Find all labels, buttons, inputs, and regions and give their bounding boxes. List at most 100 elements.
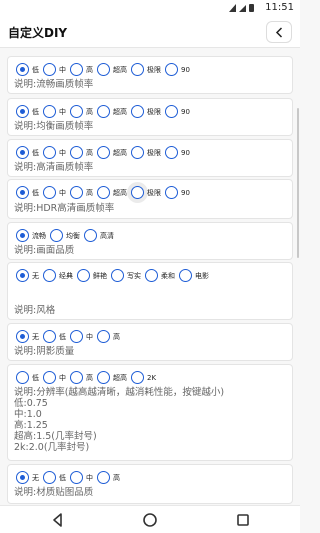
radio-option[interactable]: 中 (43, 63, 66, 76)
settings-list[interactable]: 低中高超高 极限 90 说明:流畅画质帧率 低中高超高 极限 90 说明:均衡画质帧率 低中… (0, 48, 300, 505)
radio-button[interactable] (165, 105, 178, 118)
radio-option[interactable]: 无 (16, 269, 39, 282)
radio-option[interactable]: 90 (165, 146, 190, 159)
radio-button[interactable] (16, 186, 29, 199)
radio-option[interactable]: 极限 (131, 146, 161, 159)
radio-option[interactable]: 低 (43, 330, 66, 343)
nav-back-icon[interactable] (50, 512, 66, 528)
radio-option[interactable]: 低 (16, 63, 39, 76)
radio-button[interactable] (84, 229, 97, 242)
radio-button[interactable] (97, 105, 110, 118)
radio-option[interactable]: 高 (70, 371, 93, 384)
radio-button[interactable] (179, 269, 192, 282)
radio-button[interactable] (97, 371, 110, 384)
radio-option[interactable]: 极限 (131, 63, 161, 76)
radio-option[interactable]: 2K (131, 371, 156, 384)
radio-option[interactable]: 高 (70, 105, 93, 118)
radio-option[interactable]: 高清 (84, 229, 114, 242)
radio-option[interactable]: 中 (43, 146, 66, 159)
radio-button[interactable] (145, 269, 158, 282)
radio-button[interactable] (165, 146, 178, 159)
radio-option[interactable]: 写实 (111, 269, 141, 282)
radio-option[interactable]: 超高 (97, 186, 127, 199)
radio-button[interactable] (131, 146, 144, 159)
radio-button[interactable] (43, 371, 56, 384)
radio-button[interactable] (16, 146, 29, 159)
radio-button[interactable] (70, 371, 83, 384)
radio-button[interactable] (43, 105, 56, 118)
radio-option[interactable]: 中 (43, 186, 66, 199)
radio-button[interactable] (16, 330, 29, 343)
radio-button[interactable] (43, 146, 56, 159)
radio-button[interactable] (131, 63, 144, 76)
radio-option[interactable]: 均衡 (50, 229, 80, 242)
radio-button[interactable] (70, 146, 83, 159)
radio-button[interactable] (111, 269, 124, 282)
radio-option[interactable]: 流畅 (16, 229, 46, 242)
radio-option[interactable]: 90 (165, 63, 190, 76)
radio-option[interactable]: 中 (70, 330, 93, 343)
radio-option[interactable]: 高 (97, 471, 120, 484)
radio-option[interactable]: 高 (97, 330, 120, 343)
radio-option[interactable]: 高 (70, 146, 93, 159)
radio-option[interactable]: 低 (16, 146, 39, 159)
radio-button[interactable] (43, 471, 56, 484)
radio-option[interactable]: 电影 (179, 269, 209, 282)
radio-button[interactable] (97, 471, 110, 484)
radio-button[interactable] (16, 471, 29, 484)
radio-option[interactable]: 低 (16, 186, 39, 199)
radio-option[interactable]: 极限 (131, 186, 161, 199)
radio-button[interactable] (16, 105, 29, 118)
radio-option[interactable]: 经典 (43, 269, 73, 282)
radio-button[interactable] (70, 63, 83, 76)
radio-option[interactable]: 鲜艳 (77, 269, 107, 282)
radio-button[interactable] (70, 471, 83, 484)
nav-home-icon[interactable] (142, 512, 158, 528)
radio-button[interactable] (70, 330, 83, 343)
radio-button[interactable] (97, 330, 110, 343)
radio-button[interactable] (70, 105, 83, 118)
radio-option[interactable]: 90 (165, 105, 190, 118)
radio-button[interactable] (43, 269, 56, 282)
radio-button[interactable] (131, 371, 144, 384)
radio-button[interactable] (70, 186, 83, 199)
back-button[interactable] (266, 21, 292, 43)
radio-button[interactable] (97, 186, 110, 199)
radio-option[interactable]: 无 (16, 330, 39, 343)
radio-button[interactable] (16, 371, 29, 384)
radio-button[interactable] (165, 63, 178, 76)
radio-option[interactable]: 中 (43, 105, 66, 118)
nav-recent-icon[interactable] (235, 512, 251, 528)
radio-option[interactable]: 极限 (131, 105, 161, 118)
section-description: 说明:流畅画质帧率 (14, 79, 94, 90)
radio-option[interactable]: 柔和 (145, 269, 175, 282)
radio-option[interactable]: 超高 (97, 105, 127, 118)
radio-button[interactable] (16, 63, 29, 76)
radio-option[interactable]: 90 (165, 186, 190, 199)
radio-option[interactable]: 超高 (97, 371, 127, 384)
radio-button[interactable] (77, 269, 90, 282)
radio-option[interactable]: 低 (43, 471, 66, 484)
radio-option[interactable]: 中 (70, 471, 93, 484)
radio-option[interactable]: 低 (16, 105, 39, 118)
radio-button[interactable] (131, 105, 144, 118)
radio-button[interactable] (43, 63, 56, 76)
radio-button[interactable] (16, 229, 29, 242)
radio-option[interactable]: 中 (43, 371, 66, 384)
radio-option[interactable]: 低 (16, 371, 39, 384)
radio-option[interactable]: 超高 (97, 146, 127, 159)
radio-option[interactable]: 超高 (97, 63, 127, 76)
radio-option[interactable]: 高 (70, 186, 93, 199)
radio-button[interactable] (131, 186, 144, 199)
radio-button[interactable] (16, 269, 29, 282)
radio-option[interactable]: 高 (70, 63, 93, 76)
radio-button[interactable] (43, 186, 56, 199)
radio-option[interactable]: 无 (16, 471, 39, 484)
radio-button[interactable] (43, 330, 56, 343)
radio-button[interactable] (97, 146, 110, 159)
radio-button[interactable] (97, 63, 110, 76)
radio-button[interactable] (50, 229, 63, 242)
section-smooth-fps: 低 中 高 超高 极限 90 说明:流畅画质帧率 (7, 56, 293, 94)
scrollbar[interactable] (297, 108, 299, 258)
radio-button[interactable] (165, 186, 178, 199)
